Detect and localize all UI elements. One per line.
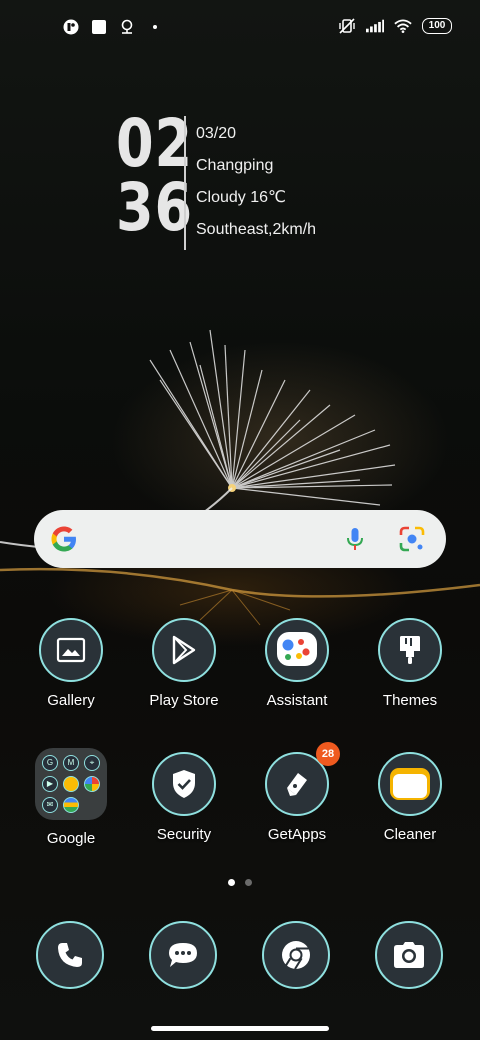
clock-hour: 02 bbox=[116, 105, 193, 182]
app-label: Google bbox=[46, 830, 96, 847]
folder-app-gmail: M bbox=[63, 755, 79, 771]
dock-camera[interactable] bbox=[375, 921, 443, 989]
page-dot bbox=[245, 879, 252, 886]
google-lens-icon[interactable] bbox=[396, 523, 428, 555]
microphone-icon[interactable] bbox=[339, 523, 371, 555]
city-label: Changping bbox=[196, 157, 274, 174]
folder-app-photos bbox=[84, 776, 100, 792]
app-themes[interactable]: Themes bbox=[355, 618, 465, 709]
folder-icon: G M ⌖ ▶ ✉ bbox=[35, 748, 107, 820]
play-store-icon bbox=[152, 618, 216, 682]
app-getapps[interactable]: 28 GetApps bbox=[242, 742, 352, 843]
status-right-icons: 100 bbox=[338, 17, 452, 35]
signal-icon bbox=[366, 17, 384, 35]
dock-messages[interactable] bbox=[149, 921, 217, 989]
weather-label: Cloudy 16℃ bbox=[196, 189, 287, 206]
folder-app-drive bbox=[63, 776, 79, 792]
app-label: Gallery bbox=[47, 692, 95, 709]
app-cleaner[interactable]: Cleaner bbox=[355, 752, 465, 843]
folder-google[interactable]: G M ⌖ ▶ ✉ Google bbox=[16, 748, 126, 847]
folder-app-mail: ✉ bbox=[42, 797, 58, 813]
app-assistant[interactable]: Assistant bbox=[242, 618, 352, 709]
app-security[interactable]: Security bbox=[129, 752, 239, 843]
assistant-icon bbox=[265, 618, 329, 682]
google-g-icon bbox=[48, 523, 80, 555]
google-search-bar[interactable] bbox=[34, 510, 446, 568]
app-label: GetApps bbox=[267, 826, 327, 843]
page-dot-active bbox=[228, 879, 235, 886]
folder-app-youtube: ▶ bbox=[42, 776, 58, 792]
app-play-store[interactable]: Play Store bbox=[129, 618, 239, 709]
vibrate-off-icon bbox=[338, 17, 356, 35]
dock-phone[interactable] bbox=[36, 921, 104, 989]
folder-app-google: G bbox=[42, 755, 58, 771]
app-label: Security bbox=[156, 826, 212, 843]
status-bar: 100 bbox=[0, 0, 480, 56]
gallery-icon bbox=[39, 618, 103, 682]
cleaner-icon bbox=[378, 752, 442, 816]
notification-badge: 28 bbox=[316, 742, 340, 766]
app-label: Themes bbox=[382, 692, 438, 709]
folder-app-maps: ⌖ bbox=[84, 755, 100, 771]
location-icon bbox=[118, 18, 136, 36]
gesture-nav-handle[interactable] bbox=[151, 1026, 329, 1031]
date-label: 03/20 bbox=[196, 125, 237, 142]
app-label: Play Store bbox=[149, 692, 219, 709]
weather-info[interactable]: 03/20 Changping Cloudy 16℃ Southeast,2km… bbox=[196, 118, 316, 246]
dock-chrome[interactable] bbox=[262, 921, 330, 989]
dot-icon bbox=[146, 18, 164, 36]
wifi-icon bbox=[394, 17, 412, 35]
wind-label: Southeast,2km/h bbox=[196, 221, 317, 238]
cloud-app-icon bbox=[62, 18, 80, 36]
wallpaper-dandelion-art bbox=[0, 329, 480, 626]
clock-divider bbox=[184, 116, 186, 250]
app-gallery[interactable]: Gallery bbox=[16, 618, 126, 709]
square-notification-icon bbox=[90, 18, 108, 36]
shield-icon bbox=[152, 752, 216, 816]
phone-icon bbox=[36, 921, 104, 989]
battery-icon: 100 bbox=[422, 18, 452, 34]
folder-app-wallet bbox=[63, 797, 79, 813]
clock-minute: 36 bbox=[116, 169, 193, 246]
messages-icon bbox=[149, 921, 217, 989]
camera-icon bbox=[375, 921, 443, 989]
app-label: Cleaner bbox=[383, 826, 437, 843]
page-indicator bbox=[228, 879, 252, 886]
themes-brush-icon bbox=[378, 618, 442, 682]
app-label: Assistant bbox=[266, 692, 328, 709]
status-left-icons bbox=[62, 18, 164, 36]
chrome-icon bbox=[262, 921, 330, 989]
